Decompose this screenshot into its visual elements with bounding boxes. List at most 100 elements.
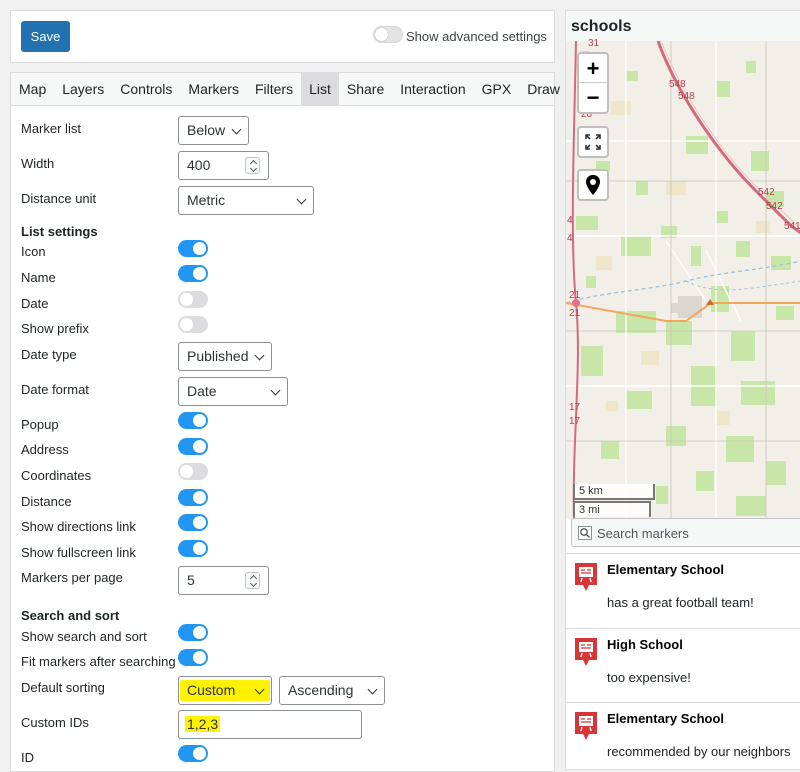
show-search-sort-toggle[interactable]: [178, 624, 208, 641]
tab-layers[interactable]: Layers: [54, 73, 112, 106]
tab-share[interactable]: Share: [339, 73, 392, 106]
distance-unit-select[interactable]: Metric: [178, 186, 314, 215]
chevron-down-icon: [231, 124, 242, 135]
date-format-label: Date format: [21, 382, 89, 397]
markers-per-page-input[interactable]: 5: [178, 566, 269, 595]
school-marker-icon: [575, 712, 597, 740]
school-marker-icon: [575, 638, 597, 666]
tab-filters[interactable]: Filters: [247, 73, 301, 106]
marker-description: recommended by our neighbors: [607, 744, 791, 759]
icon-toggle[interactable]: [178, 240, 208, 257]
marker-title[interactable]: High School: [607, 637, 683, 652]
custom-ids-input[interactable]: 1,2,3: [178, 710, 362, 739]
markers-per-page-value: 5: [187, 572, 195, 588]
marker-search-input[interactable]: Search markers: [571, 518, 800, 547]
tab-markers[interactable]: Markers: [180, 73, 247, 106]
zoom-out-button[interactable]: −: [579, 83, 607, 112]
distance-toggle[interactable]: [178, 489, 208, 506]
distance-label: Distance: [21, 494, 72, 509]
zoom-in-button[interactable]: +: [579, 54, 607, 83]
show-fullscreen-link-toggle[interactable]: [178, 540, 208, 557]
id-label: ID: [21, 750, 34, 765]
markers-per-page-label: Markers per page: [21, 570, 123, 585]
map-canvas[interactable]: 31 548 548 28 542 542 541 4 4 21 21 17 1…: [566, 38, 800, 519]
width-stepper[interactable]: [245, 157, 260, 174]
chevron-down-icon: [367, 684, 378, 695]
map-preview: schools 31 548 548 28 542 542 541 4 4 21…: [565, 10, 800, 770]
list-item[interactable]: Elementary School has a great football t…: [566, 553, 800, 628]
show-fullscreen-link-label: Show fullscreen link: [21, 545, 136, 560]
chevron-down-icon: [296, 194, 307, 205]
road-label: 17: [569, 416, 581, 427]
default-sorting-select[interactable]: Custom: [178, 676, 272, 705]
road-label: 31: [588, 38, 600, 49]
date-toggle[interactable]: [178, 291, 208, 308]
date-type-select[interactable]: Published: [178, 342, 272, 371]
search-sort-title: Search and sort: [21, 608, 120, 623]
settings-tabs: Map Layers Controls Markers Filters List…: [11, 73, 560, 106]
advanced-settings-label: Show advanced settings: [406, 29, 547, 44]
tab-controls[interactable]: Controls: [112, 73, 180, 106]
name-label: Name: [21, 270, 56, 285]
scale-bar-km: 5 km: [573, 484, 655, 500]
date-label: Date: [21, 296, 49, 311]
tab-map[interactable]: Map: [11, 73, 54, 106]
show-search-sort-label: Show search and sort: [21, 629, 147, 644]
road-label: 542: [758, 187, 775, 198]
map-title: schools: [566, 11, 800, 41]
marker-title[interactable]: Elementary School: [607, 562, 724, 577]
date-format-select[interactable]: Date: [178, 377, 288, 406]
tab-gpx[interactable]: GPX: [474, 73, 520, 106]
chevron-down-icon: [254, 350, 265, 361]
show-prefix-toggle[interactable]: [178, 316, 208, 333]
coordinates-toggle[interactable]: [178, 463, 208, 480]
default-sorting-value: Custom: [187, 682, 236, 698]
tab-list[interactable]: List: [301, 73, 339, 106]
custom-ids-label: Custom IDs: [21, 715, 89, 730]
locate-button[interactable]: [577, 169, 609, 201]
fullscreen-icon: [585, 134, 601, 150]
save-button[interactable]: Save: [21, 21, 70, 52]
marker-title[interactable]: Elementary School: [607, 711, 724, 726]
tab-interaction[interactable]: Interaction: [392, 73, 473, 106]
marker-list-value: Below: [187, 122, 226, 138]
show-directions-link-label: Show directions link: [21, 519, 136, 534]
road-label: 4: [567, 233, 573, 244]
popup-toggle[interactable]: [178, 412, 208, 429]
width-input[interactable]: 400: [178, 151, 269, 180]
show-directions-link-toggle[interactable]: [178, 514, 208, 531]
list-item[interactable]: High School too expensive!: [566, 628, 800, 702]
markers-per-page-stepper[interactable]: [245, 572, 260, 589]
distance-unit-value: Metric: [187, 192, 226, 208]
address-toggle[interactable]: [178, 438, 208, 455]
road-label: 21: [569, 308, 581, 319]
zoom-control: + −: [577, 52, 609, 114]
tab-draw[interactable]: Draw: [519, 73, 568, 106]
settings-topbar: Save Show advanced settings: [10, 10, 555, 63]
sort-order-select[interactable]: Ascending: [279, 676, 385, 705]
road-label: 548: [678, 91, 695, 102]
width-value: 400: [187, 157, 211, 173]
custom-ids-value: 1,2,3: [185, 716, 221, 732]
road-label: 17: [569, 402, 581, 413]
id-toggle[interactable]: [178, 745, 208, 762]
search-icon: [578, 526, 592, 540]
advanced-settings-toggle[interactable]: [373, 26, 403, 43]
fullscreen-button[interactable]: [577, 126, 609, 158]
list-item[interactable]: Elementary School recommended by our nei…: [566, 702, 800, 769]
name-toggle[interactable]: [178, 265, 208, 282]
distance-unit-label: Distance unit: [21, 191, 97, 206]
school-marker-icon: [575, 563, 597, 591]
location-pin-icon: [586, 175, 600, 195]
address-label: Address: [21, 442, 69, 457]
date-type-value: Published: [187, 348, 249, 364]
advanced-settings-control[interactable]: Show advanced settings: [373, 26, 547, 44]
scale-bar-mi: 3 mi: [573, 501, 651, 517]
marker-list-select[interactable]: Below: [178, 116, 249, 145]
sort-order-value: Ascending: [288, 682, 354, 698]
fit-markers-toggle[interactable]: [178, 649, 208, 666]
road-label: 21: [569, 290, 581, 301]
date-type-label: Date type: [21, 347, 77, 362]
settings-panel: Map Layers Controls Markers Filters List…: [10, 72, 560, 772]
road-label: 542: [766, 201, 783, 212]
